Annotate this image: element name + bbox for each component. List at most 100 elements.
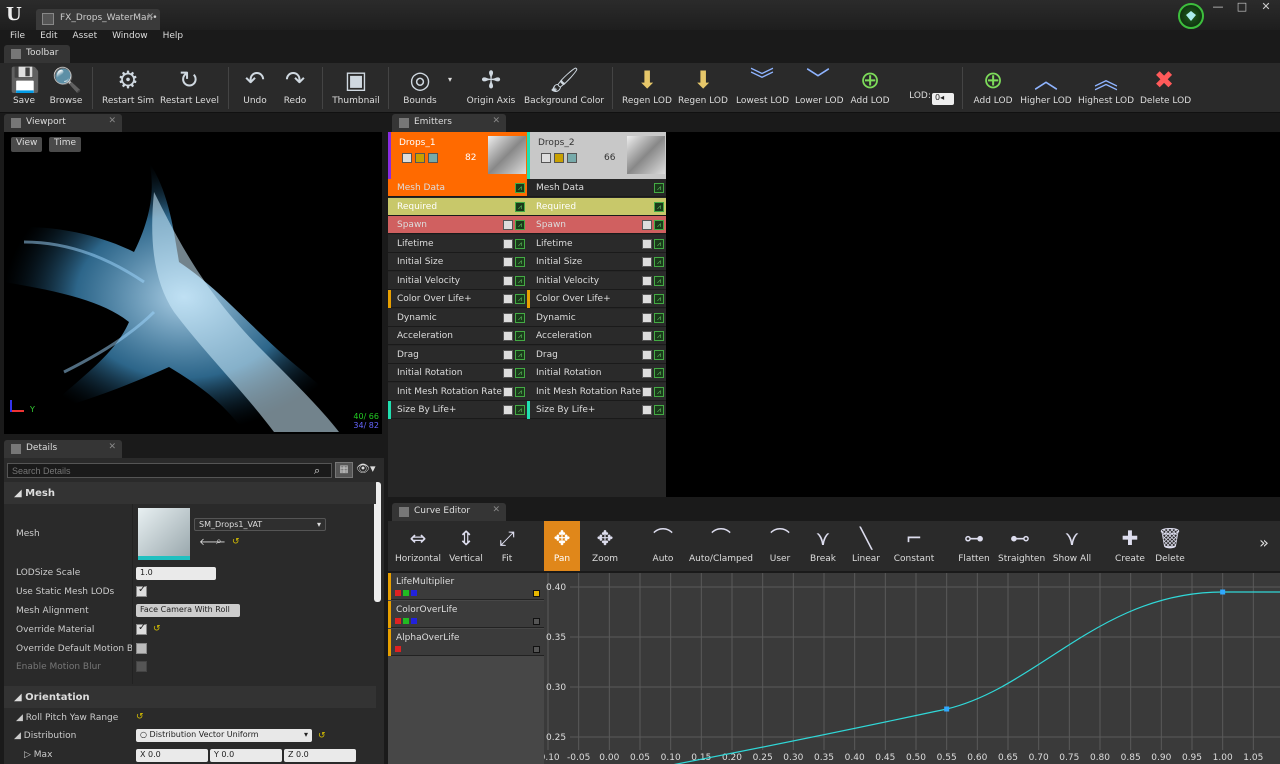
- module-enable-checkbox[interactable]: [642, 405, 652, 415]
- bounds-dropdown-icon[interactable]: ▾: [445, 75, 455, 89]
- channel-red-toggle[interactable]: [395, 618, 401, 624]
- graph-toggle-icon[interactable]: ⩘: [515, 183, 525, 193]
- curve-graph-canvas[interactable]: -0.10-0.050.000.050.100.150.200.250.300.…: [544, 573, 1280, 764]
- module-enable-checkbox[interactable]: [503, 257, 513, 267]
- time-button[interactable]: Time: [49, 137, 82, 152]
- module-row[interactable]: Dynamic ⩘: [388, 308, 527, 327]
- close-tab-icon[interactable]: ✕: [108, 442, 116, 452]
- zoom-button[interactable]: ✥ Zoom: [588, 521, 622, 571]
- module-row[interactable]: Spawn ⩘: [388, 216, 527, 234]
- toolbar-tab[interactable]: Toolbar: [4, 45, 70, 63]
- graph-toggle-icon[interactable]: ⩘: [515, 275, 525, 286]
- module-enable-checkbox[interactable]: [642, 220, 652, 230]
- graph-toggle-icon[interactable]: ⩘: [515, 331, 525, 341]
- override-material-checkbox[interactable]: [136, 622, 147, 635]
- module-row[interactable]: Initial Rotation ⩘: [527, 364, 666, 382]
- menu-window[interactable]: Window: [112, 30, 148, 45]
- particle-viewport[interactable]: View Time Y 40/ 66 34/ 82: [4, 132, 382, 434]
- module-row[interactable]: Size By Life+ ⩘: [388, 401, 527, 419]
- more-options-icon[interactable]: »: [1254, 533, 1274, 557]
- module-row[interactable]: Drag ⩘: [388, 345, 527, 364]
- menu-asset[interactable]: Asset: [73, 30, 98, 45]
- close-tab-icon[interactable]: ✕: [492, 505, 500, 515]
- graph-toggle-icon[interactable]: ⩘: [654, 220, 664, 230]
- redo-button[interactable]: ↷ Redo: [278, 63, 312, 113]
- source-control-badge-icon[interactable]: [1178, 3, 1204, 29]
- fit-horizontal-button[interactable]: ⇔ Horizontal: [394, 521, 442, 571]
- create-tab-button[interactable]: ✚ Create: [1112, 521, 1148, 571]
- reset-to-default-icon[interactable]: ↺: [232, 537, 240, 547]
- emitter-solo-icon[interactable]: [428, 153, 438, 163]
- restart-sim-button[interactable]: ⚙ Restart Sim: [102, 63, 154, 113]
- emitter-header[interactable]: Drops_2 66: [527, 132, 666, 179]
- graph-toggle-icon[interactable]: ⩘: [654, 294, 664, 304]
- graph-toggle-icon[interactable]: ⩘: [654, 349, 664, 360]
- restart-level-button[interactable]: ↻ Restart Level: [160, 63, 219, 113]
- auto-tangent-button[interactable]: ⌒ Auto: [646, 521, 680, 571]
- bounds-button[interactable]: ◎ Bounds: [400, 63, 440, 113]
- module-enable-checkbox[interactable]: [503, 368, 513, 378]
- module-enable-checkbox[interactable]: [642, 368, 652, 378]
- menu-edit[interactable]: Edit: [40, 30, 57, 45]
- orientation-category[interactable]: ◢ Orientation: [4, 686, 376, 708]
- module-enable-checkbox[interactable]: [642, 257, 652, 267]
- emitters-tab[interactable]: Emitters ✕: [392, 114, 506, 132]
- background-color-button[interactable]: 🖌 Background Color: [524, 63, 604, 113]
- module-row[interactable]: Acceleration ⩘: [388, 327, 527, 345]
- graph-toggle-icon[interactable]: ⩘: [515, 294, 525, 304]
- channel-red-toggle[interactable]: [395, 590, 401, 596]
- close-tab-icon[interactable]: ✕: [492, 116, 500, 126]
- graph-toggle-icon[interactable]: ⩘: [515, 312, 525, 323]
- mesh-alignment-dropdown[interactable]: Face Camera With Roll: [136, 604, 240, 617]
- highest-lod-button[interactable]: ︽ Highest LOD: [1078, 63, 1134, 113]
- module-row[interactable]: Drag ⩘: [527, 345, 666, 364]
- graph-toggle-icon[interactable]: ⩘: [515, 201, 525, 212]
- menu-file[interactable]: File: [10, 30, 25, 45]
- add-lod-before-button[interactable]: ⊕ Add LOD: [850, 63, 890, 113]
- module-row[interactable]: Initial Size ⩘: [527, 253, 666, 271]
- module-enable-checkbox[interactable]: [503, 312, 513, 323]
- emitter-enable-checkbox[interactable]: [402, 153, 412, 163]
- graph-toggle-icon[interactable]: ⩘: [654, 386, 664, 397]
- pan-button[interactable]: ✥ Pan: [544, 521, 580, 571]
- use-selected-arrow-icon[interactable]: 🡐: [199, 536, 226, 548]
- module-row[interactable]: Color Over Life+ ⩘: [527, 290, 666, 308]
- module-enable-checkbox[interactable]: [503, 275, 513, 286]
- close-tab-icon[interactable]: ✕: [108, 116, 116, 126]
- module-row[interactable]: Acceleration ⩘: [527, 327, 666, 345]
- curve-graph[interactable]: -0.10-0.050.000.050.100.150.200.250.300.…: [544, 573, 1280, 764]
- auto-clamped-button[interactable]: ⌒ Auto/Clamped: [688, 521, 754, 571]
- mesh-thumbnail[interactable]: [138, 508, 190, 560]
- module-row[interactable]: Initial Size ⩘: [388, 253, 527, 271]
- module-row[interactable]: Initial Velocity ⩘: [388, 271, 527, 290]
- emitter-column[interactable]: Drops_1 82 Mesh Data ⩘ Required ⩘ Spawn ⩘ Lifeti…: [388, 132, 527, 497]
- graph-toggle-icon[interactable]: ⩘: [654, 368, 664, 378]
- visibility-options-button[interactable]: 👁▾: [356, 462, 380, 478]
- break-tangent-button[interactable]: ⋎ Break: [806, 521, 840, 571]
- roll-pitch-yaw-row[interactable]: ◢ Roll Pitch Yaw Range: [4, 709, 376, 727]
- thumbnail-button[interactable]: ▣ Thumbnail: [332, 63, 380, 113]
- delete-tab-button[interactable]: 🗑 Delete: [1152, 521, 1188, 571]
- document-tab[interactable]: FX_Drops_WaterMan• ✕: [36, 9, 160, 30]
- module-enable-checkbox[interactable]: [503, 294, 513, 304]
- straighten-button[interactable]: ⊷ Straighten: [998, 521, 1045, 571]
- max-z-field[interactable]: Z 0.0: [284, 749, 356, 762]
- lod-value-field[interactable]: 0◂: [932, 93, 954, 105]
- curve-visibility-toggle[interactable]: [533, 646, 540, 653]
- lowest-lod-button[interactable]: ︾ Lowest LOD: [736, 63, 789, 113]
- max-y-field[interactable]: Y 0.0: [210, 749, 282, 762]
- module-enable-checkbox[interactable]: [642, 349, 652, 360]
- module-row[interactable]: Lifetime ⩘: [388, 234, 527, 253]
- minimize-button[interactable]: —: [1206, 0, 1230, 16]
- reset-to-default-icon[interactable]: ↺: [318, 731, 326, 741]
- lod-size-scale-field[interactable]: 1.0: [136, 567, 216, 580]
- close-tab-icon[interactable]: ✕: [146, 12, 154, 22]
- fit-button[interactable]: ⤢ Fit: [492, 521, 522, 571]
- module-enable-checkbox[interactable]: [642, 238, 652, 249]
- graph-toggle-icon[interactable]: ⩘: [515, 386, 525, 397]
- graph-toggle-icon[interactable]: ⩘: [515, 220, 525, 230]
- emitter-column[interactable]: Drops_2 66 Mesh Data ⩘ Required ⩘ Spawn ⩘ Lifeti…: [527, 132, 666, 497]
- user-tangent-button[interactable]: ⌒ User: [764, 521, 796, 571]
- graph-toggle-icon[interactable]: ⩘: [654, 331, 664, 341]
- regen-lod-button[interactable]: ⬇ Regen LOD: [622, 63, 672, 113]
